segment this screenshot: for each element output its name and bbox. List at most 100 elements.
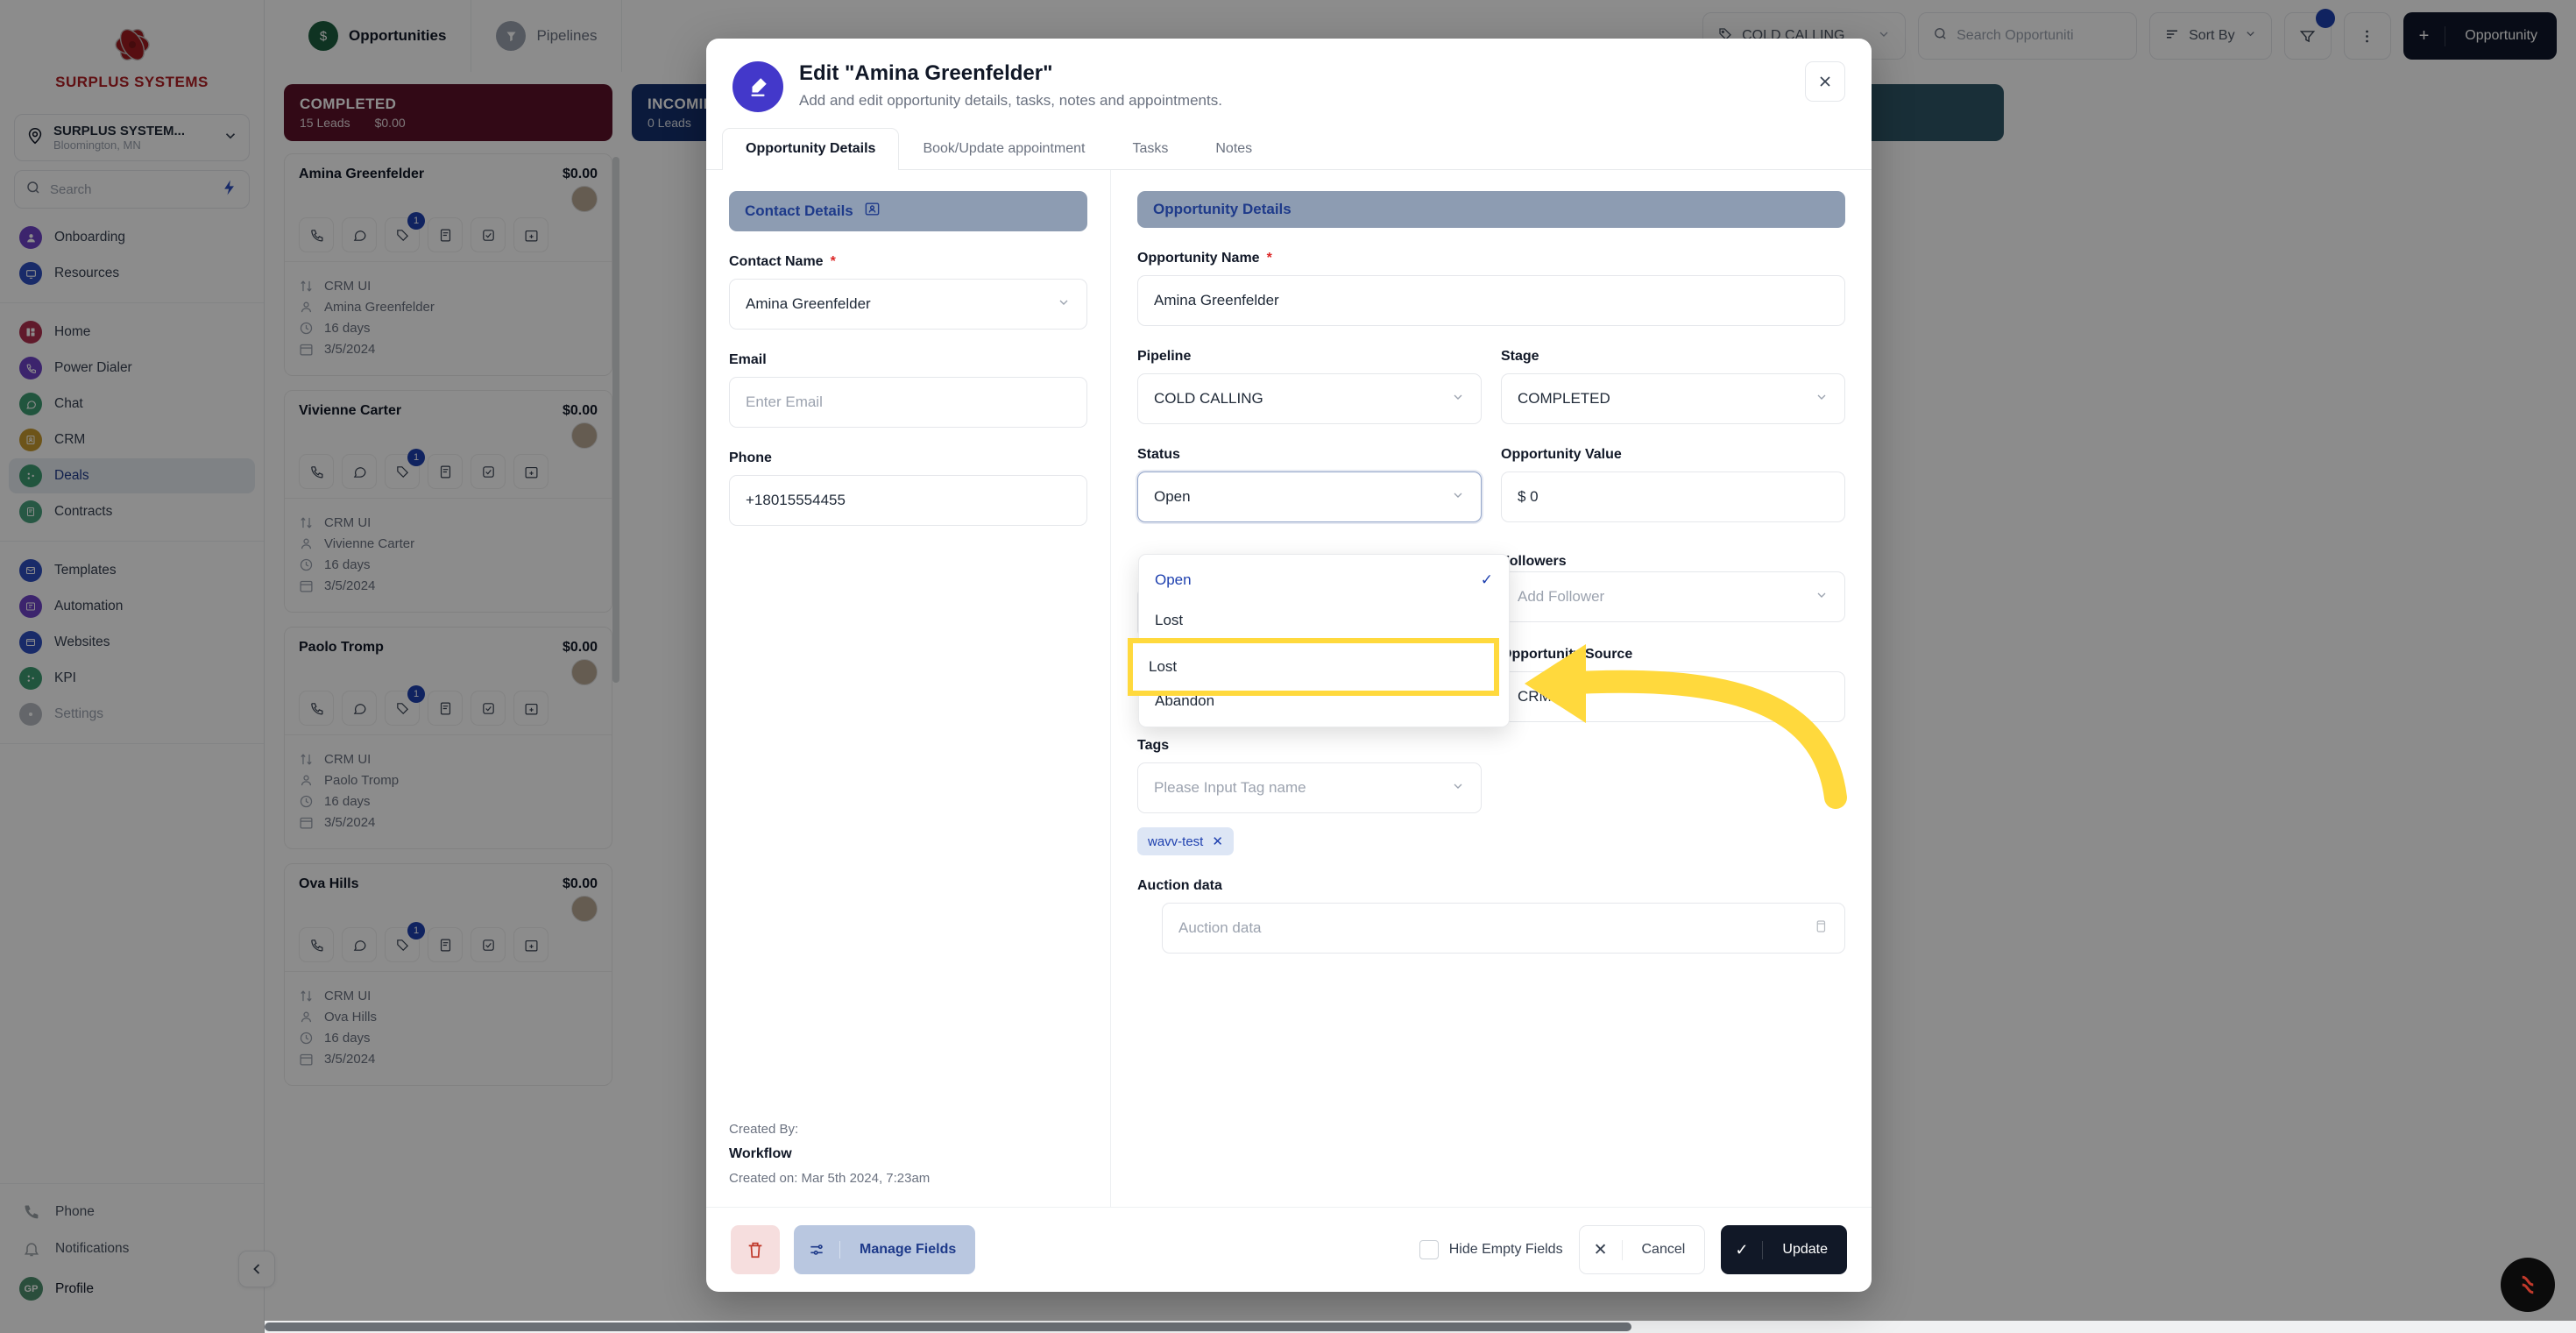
opportunity-value-field: Opportunity Value $ 0	[1501, 447, 1845, 522]
followers-field: Followers Add Follower Opportunity Sourc…	[1501, 587, 1845, 722]
close-icon: ✕	[1580, 1240, 1623, 1260]
hide-empty-fields-checkbox[interactable]: Hide Empty Fields	[1419, 1240, 1563, 1259]
modal-title: Edit "Amina Greenfelder"	[799, 61, 1222, 86]
option-label: Lost	[1155, 612, 1183, 629]
required-marker: *	[831, 254, 836, 270]
status-select[interactable]: Open	[1137, 472, 1482, 522]
created-by-value: Workflow	[729, 1146, 1087, 1162]
opportunity-source-label: Opportunity Source	[1501, 647, 1632, 663]
email-field: Email Enter Email	[729, 352, 1087, 428]
delete-button[interactable]	[731, 1225, 780, 1274]
chevron-down-icon	[1057, 295, 1071, 314]
tags-field: Tags Please Input Tag name wavv-test ✕	[1137, 738, 1482, 855]
chevron-down-icon	[1451, 779, 1465, 798]
auction-data-label: Auction data	[1137, 878, 1222, 894]
status-option-lost[interactable]: Lost	[1139, 600, 1509, 641]
status-option-open[interactable]: Open ✓	[1139, 560, 1509, 600]
created-by-block: Created By: Workflow Created on: Mar 5th…	[729, 1122, 1087, 1186]
pipeline-label: Pipeline	[1137, 349, 1191, 365]
tab-book-update-appointment[interactable]: Book/Update appointment	[899, 128, 1108, 169]
created-on-text: Created on: Mar 5th 2024, 7:23am	[729, 1171, 1087, 1186]
followers-select[interactable]: Add Follower	[1501, 571, 1845, 622]
annotation-highlight-label: Lost	[1149, 658, 1177, 676]
tag-chip[interactable]: wavv-test ✕	[1137, 827, 1234, 855]
followers-placeholder: Add Follower	[1518, 588, 1604, 606]
update-button[interactable]: ✓ Update	[1721, 1225, 1847, 1274]
check-icon: ✓	[1721, 1241, 1763, 1259]
chevron-down-icon	[1451, 390, 1465, 408]
remove-tag-icon[interactable]: ✕	[1212, 833, 1223, 849]
annotation-highlight-box: Lost	[1128, 638, 1499, 696]
pipeline-select[interactable]: COLD CALLING	[1137, 373, 1482, 424]
tags-placeholder: Please Input Tag name	[1154, 779, 1306, 797]
email-label: Email	[729, 352, 767, 368]
manage-fields-label: Manage Fields	[840, 1242, 975, 1258]
auction-data-input[interactable]: Auction data	[1162, 903, 1845, 954]
phone-field: Phone +18015554455	[729, 450, 1087, 526]
chevron-down-icon	[1815, 588, 1829, 606]
modal-footer: Manage Fields Hide Empty Fields ✕ Cancel…	[706, 1207, 1872, 1292]
stage-field: Stage COMPLETED	[1501, 349, 1845, 424]
tab-tasks[interactable]: Tasks	[1108, 128, 1192, 169]
status-value: Open	[1154, 488, 1191, 506]
option-label: Open	[1155, 571, 1192, 589]
opportunity-name-field: Opportunity Name * Amina Greenfelder	[1137, 251, 1845, 326]
app-root: SURPLUS SYSTEMS SURPLUS SYSTEM... Bloomi…	[0, 0, 2576, 1333]
tags-label: Tags	[1137, 738, 1169, 754]
section-title: Opportunity Details	[1153, 201, 1292, 218]
update-label: Update	[1763, 1242, 1847, 1258]
required-marker: *	[1267, 251, 1272, 266]
wavv-logo-icon	[2515, 1272, 2541, 1298]
chat-widget-button[interactable]	[2501, 1258, 2555, 1312]
scrollbar-thumb[interactable]	[265, 1322, 1631, 1331]
tab-notes[interactable]: Notes	[1192, 128, 1276, 169]
modal-subtitle: Add and edit opportunity details, tasks,…	[799, 92, 1222, 110]
status-field: Status Open Open ✓ Lost	[1137, 447, 1482, 522]
stage-label: Stage	[1501, 349, 1539, 365]
phone-label: Phone	[729, 450, 772, 466]
opportunity-source-input[interactable]: CRM UI	[1501, 671, 1845, 722]
auction-data-placeholder: Auction data	[1178, 919, 1262, 937]
contact-name-label: Contact Name	[729, 254, 824, 270]
chevron-down-icon	[1815, 390, 1829, 408]
horizontal-scrollbar[interactable]	[265, 1321, 2576, 1333]
modal-header: Edit "Amina Greenfelder" Add and edit op…	[706, 39, 1872, 128]
contact-card-icon	[864, 201, 881, 222]
email-input[interactable]: Enter Email	[729, 377, 1087, 428]
close-button[interactable]	[1805, 61, 1845, 102]
modal-tabs: Opportunity Details Book/Update appointm…	[706, 128, 1872, 170]
hide-empty-fields-label: Hide Empty Fields	[1449, 1242, 1563, 1258]
stage-value: COMPLETED	[1518, 390, 1610, 408]
opportunity-value-input[interactable]: $ 0	[1501, 472, 1845, 522]
contact-details-header: Contact Details	[729, 191, 1087, 231]
opportunity-value-label: Opportunity Value	[1501, 447, 1622, 463]
copy-icon[interactable]	[1813, 918, 1829, 939]
sliders-icon	[794, 1241, 840, 1259]
opportunity-name-label: Opportunity Name	[1137, 251, 1260, 266]
cancel-label: Cancel	[1623, 1242, 1705, 1258]
status-value-row: Status Open Open ✓ Lost	[1137, 447, 1845, 522]
checkbox-box[interactable]	[1419, 1240, 1439, 1259]
close-icon	[1816, 73, 1834, 90]
section-title: Contact Details	[745, 202, 853, 220]
pipeline-field: Pipeline COLD CALLING	[1137, 349, 1482, 424]
pipeline-value: COLD CALLING	[1154, 390, 1263, 408]
stage-select[interactable]: COMPLETED	[1501, 373, 1845, 424]
opportunity-details-header: Opportunity Details	[1137, 191, 1845, 228]
trash-icon	[746, 1240, 765, 1259]
manage-fields-button[interactable]: Manage Fields	[794, 1225, 975, 1274]
contact-name-value: Amina Greenfelder	[746, 295, 871, 313]
contact-name-field: Contact Name * Amina Greenfelder	[729, 254, 1087, 330]
status-label: Status	[1137, 447, 1180, 463]
phone-input[interactable]: +18015554455	[729, 475, 1087, 526]
contact-name-select[interactable]: Amina Greenfelder	[729, 279, 1087, 330]
edit-pencil-icon	[732, 61, 783, 112]
tags-input[interactable]: Please Input Tag name	[1137, 762, 1482, 813]
tab-opportunity-details[interactable]: Opportunity Details	[722, 128, 899, 170]
cancel-button[interactable]: ✕ Cancel	[1579, 1225, 1706, 1274]
tag-chip-label: wavv-test	[1148, 834, 1203, 849]
chevron-down-icon	[1451, 488, 1465, 507]
check-icon: ✓	[1481, 571, 1493, 589]
opportunity-name-input[interactable]: Amina Greenfelder	[1137, 275, 1845, 326]
contact-details-panel: Contact Details Contact Name * Amina Gree…	[706, 170, 1111, 1207]
